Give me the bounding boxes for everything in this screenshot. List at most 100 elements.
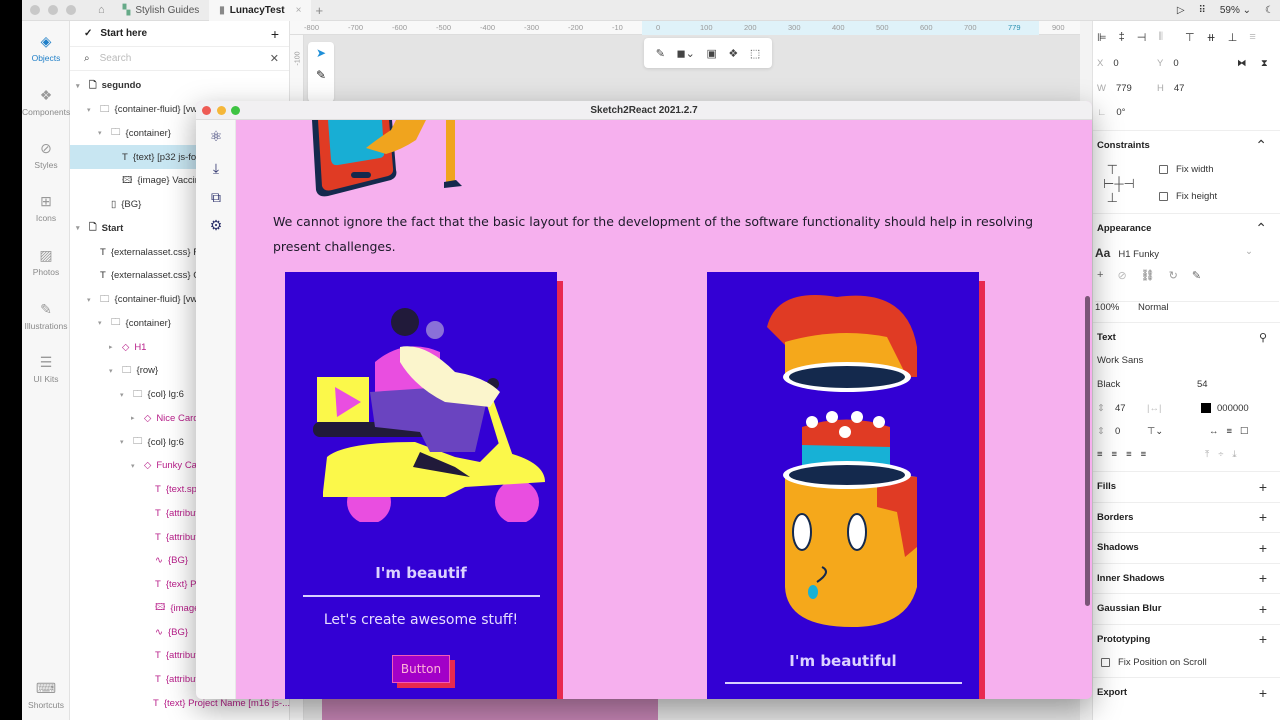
align-middle-icon[interactable]: ⧺ (1207, 31, 1216, 44)
fix-scroll-checkbox[interactable]: Fix Position on Scroll (1101, 657, 1207, 668)
mask-icon[interactable]: ⬚ (750, 47, 760, 60)
plugin-close-button[interactable] (202, 106, 211, 115)
expand-arrow-icon[interactable]: ▸ (109, 343, 117, 351)
reset-style-icon[interactable]: ↻ (1169, 269, 1178, 282)
font-family-select[interactable]: Work Sans (1097, 355, 1143, 366)
expand-arrow-icon[interactable]: ▾ (120, 438, 128, 446)
close-window-button[interactable] (30, 5, 40, 15)
expand-arrow-icon[interactable]: ▾ (109, 367, 117, 375)
expand-arrow-icon[interactable]: ▾ (120, 391, 128, 399)
edit-icon[interactable]: ✎ (656, 47, 665, 60)
rail-illustrations[interactable]: ✎ Illustrations (22, 301, 70, 331)
plugin-scrollbar[interactable] (1085, 296, 1090, 606)
boolean-icon[interactable]: ◼⌄ (677, 47, 695, 60)
expand-arrow-icon[interactable]: ▾ (87, 106, 95, 114)
align-center-icon[interactable]: ‡ (1119, 31, 1125, 44)
justify-text-icon[interactable]: ≡ (1141, 449, 1147, 460)
expand-arrow-icon[interactable]: ▾ (76, 82, 84, 90)
auto-width-icon[interactable]: ↔ (1209, 426, 1219, 437)
constraints-header[interactable]: Constraints ⌃ (1093, 130, 1280, 160)
page-selector[interactable]: ✓ Start here + (70, 21, 289, 47)
rotation-field[interactable]: ∟ 0° (1097, 107, 1125, 118)
search-input[interactable]: Search (100, 53, 132, 64)
collapse-all-icon[interactable]: ✕ (270, 52, 279, 65)
text-color-field[interactable]: 000000 (1201, 403, 1249, 414)
x-field[interactable]: X0 (1097, 58, 1119, 69)
component-icon[interactable]: ❖ (728, 47, 738, 60)
add-icon[interactable]: + (1259, 601, 1267, 617)
layer-search[interactable]: ⌕ Search ✕ (70, 47, 289, 71)
plugin-minimize-button[interactable] (217, 106, 226, 115)
section-fills[interactable]: Fills + (1093, 471, 1280, 501)
expand-arrow-icon[interactable]: ▾ (98, 129, 106, 137)
home-icon[interactable]: ⌂ (98, 4, 105, 16)
add-icon[interactable]: + (1259, 540, 1267, 556)
expand-arrow-icon[interactable]: ▾ (131, 462, 139, 470)
section-gaussian-blur[interactable]: Gaussian Blur + (1093, 593, 1280, 623)
plugin-maximize-button[interactable] (231, 106, 240, 115)
maximize-window-button[interactable] (66, 5, 76, 15)
height-field[interactable]: H 47 (1157, 83, 1184, 94)
layer-row[interactable]: ▾ 🗋 segundo (70, 74, 290, 98)
add-icon[interactable]: + (1259, 479, 1267, 495)
add-export-icon[interactable]: + (1259, 685, 1267, 701)
open-preview-icon[interactable]: ⧉ (196, 189, 236, 206)
rail-ui-kits[interactable]: ☰ UI Kits (22, 354, 70, 384)
align-top-icon[interactable]: ⊤ (1185, 31, 1195, 44)
rail-photos[interactable]: ▨ Photos (22, 247, 70, 277)
expand-arrow-icon[interactable]: ▾ (76, 224, 84, 232)
pen-tool-icon[interactable]: ✎ (308, 64, 334, 86)
line-height-field[interactable]: ⇕ 47 (1097, 403, 1126, 414)
width-field[interactable]: W 779 (1097, 83, 1132, 94)
align-text-center-icon[interactable]: ≡ (1112, 449, 1118, 460)
expand-arrow-icon[interactable]: ▾ (98, 319, 106, 327)
valign-middle-icon[interactable]: ÷ (1218, 449, 1223, 460)
section-borders[interactable]: Borders + (1093, 501, 1280, 532)
export-header[interactable]: Export + (1093, 677, 1280, 707)
rail-styles[interactable]: ⊘ Styles (22, 140, 70, 170)
expand-arrow-icon[interactable]: ▸ (131, 414, 139, 422)
text-options-icon[interactable]: ⚲ (1259, 331, 1267, 344)
add-page-button[interactable]: + (271, 26, 279, 42)
constraints-widget[interactable]: ⊤ ⊢┼⊣ ⊥ (1103, 163, 1135, 205)
section-shadows[interactable]: Shadows + (1093, 532, 1280, 562)
settings-icon[interactable]: ⚙ (196, 217, 236, 234)
react-icon[interactable]: ⚛ (196, 128, 236, 145)
align-right-icon[interactable]: ⊣ (1137, 31, 1147, 44)
select-tool-icon[interactable]: ➤ (308, 42, 334, 64)
close-tab-icon[interactable]: × (296, 5, 302, 16)
font-weight-select[interactable]: Black (1097, 379, 1120, 390)
text-transform-select[interactable]: ⊤⌄ (1147, 426, 1163, 437)
minimize-window-button[interactable] (48, 5, 58, 15)
zoom-select[interactable]: 59% ⌄ (1220, 5, 1251, 16)
fix-height-checkbox[interactable]: Fix height (1159, 191, 1217, 202)
add-icon[interactable]: + (1259, 509, 1267, 525)
download-icon[interactable]: ⤓ (196, 160, 236, 177)
flip-v-icon[interactable]: ⧗ (1261, 58, 1268, 69)
text-style-select[interactable]: Aa H1 Funky ⌄ (1095, 246, 1253, 260)
card-button[interactable]: Button (392, 655, 450, 683)
rail-objects[interactable]: ◈ Objects (22, 33, 70, 63)
fixed-size-icon[interactable]: ☐ (1240, 426, 1249, 437)
paragraph-spacing-field[interactable]: ⇕ 0 (1097, 426, 1120, 437)
apply-style-icon[interactable]: ⊘ (1117, 269, 1126, 282)
flip-h-icon[interactable]: ⧓ (1237, 58, 1247, 69)
letter-spacing-field[interactable]: |↔| (1147, 403, 1161, 414)
add-icon[interactable]: + (1259, 631, 1267, 647)
blend-mode-select[interactable]: Normal (1138, 302, 1169, 313)
expand-arrow-icon[interactable]: ▾ (87, 296, 95, 304)
align-text-left-icon[interactable]: ≡ (1097, 449, 1103, 460)
distribute-icon[interactable]: ⫴ (1158, 31, 1163, 44)
rail-icons[interactable]: ⊞ Icons (22, 193, 70, 223)
collapse-icon[interactable]: ⌃ (1255, 220, 1267, 237)
rail-shortcuts[interactable]: ⌨ Shortcuts (22, 680, 70, 710)
tab-stylish-guides[interactable]: ▚ Stylish Guides (113, 0, 210, 21)
section-prototyping[interactable]: Prototyping + (1093, 623, 1280, 654)
edit-style-icon[interactable]: ✎ (1192, 269, 1201, 282)
new-tab-button[interactable]: + (315, 3, 323, 18)
auto-height-icon[interactable]: ≡ (1227, 426, 1233, 437)
align-bottom-icon[interactable]: ⊥ (1228, 31, 1238, 44)
collapse-icon[interactable]: ⌃ (1255, 137, 1267, 154)
distribute-v-icon[interactable]: ≡ (1249, 31, 1255, 44)
grid-icon[interactable]: ⠿ (1199, 5, 1206, 16)
